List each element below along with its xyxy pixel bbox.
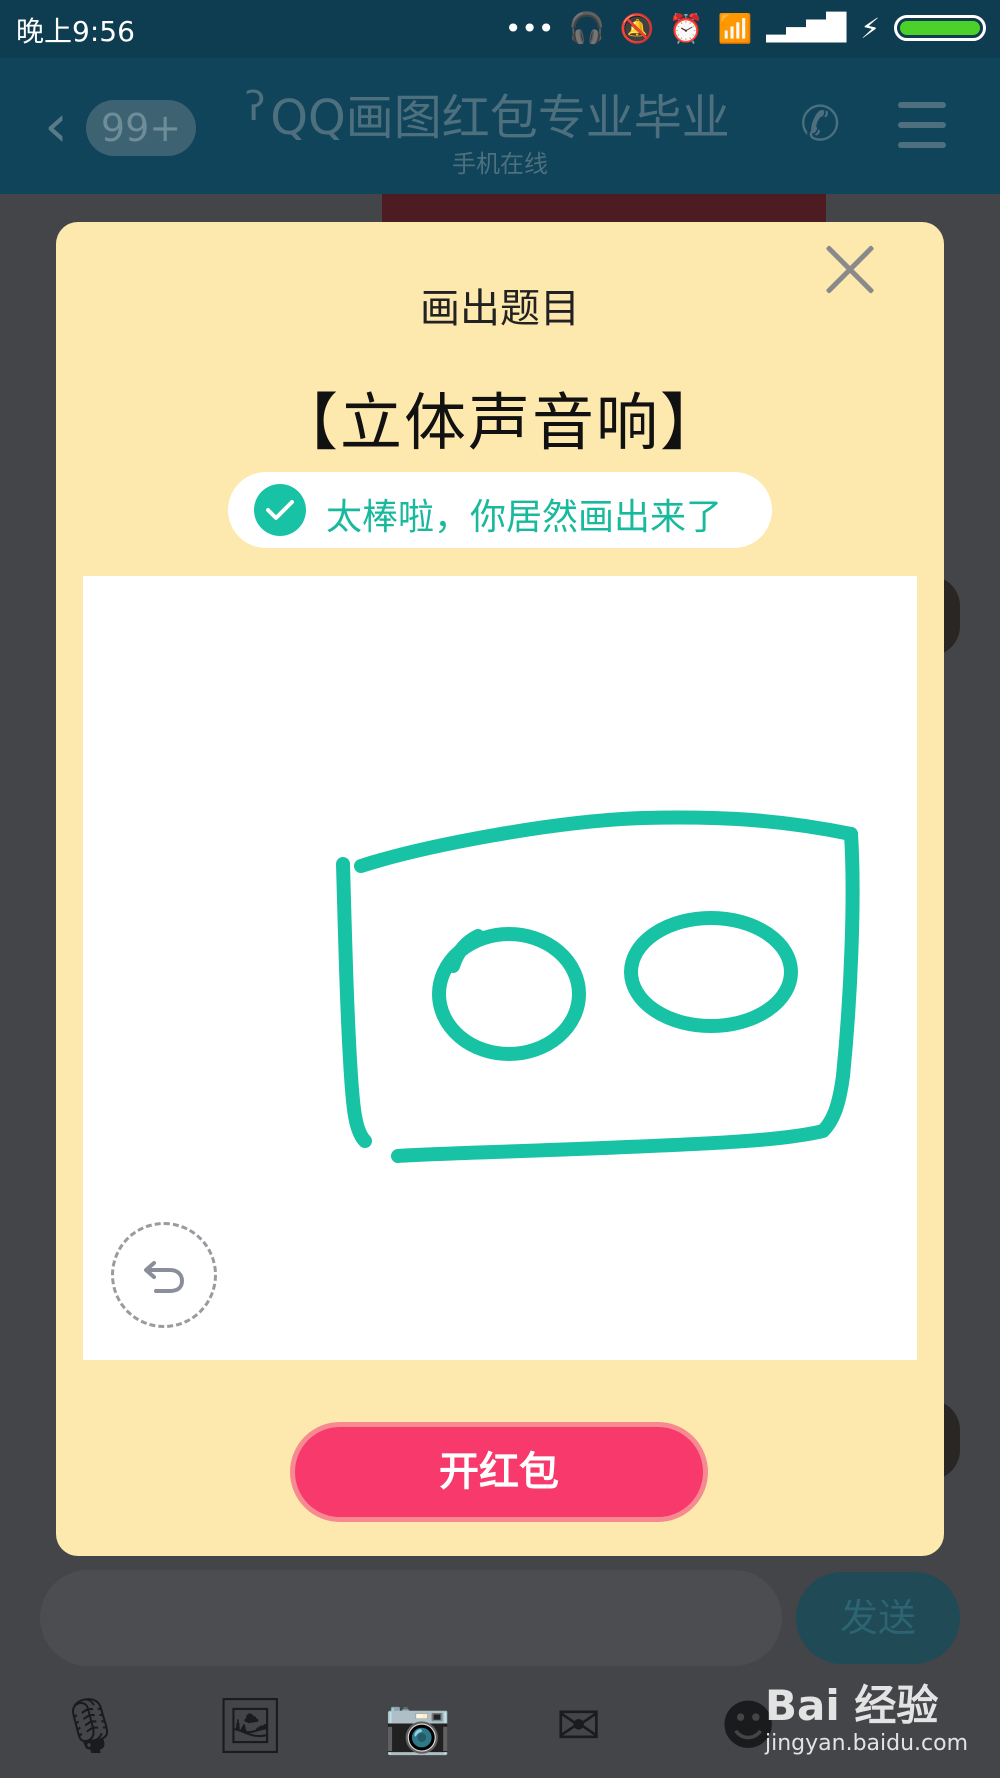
battery-icon <box>894 15 986 41</box>
microphone-icon[interactable]: 🎙 <box>56 1694 125 1758</box>
headphones-icon: 🎧 <box>568 10 606 46</box>
wifi-icon: 📶 <box>717 11 753 45</box>
camera-icon[interactable]: 📷 <box>384 1694 451 1758</box>
send-button[interactable]: 发送 <box>796 1572 960 1664</box>
open-red-packet-button[interactable]: 开红包 <box>290 1422 708 1522</box>
success-banner: 太棒啦，你居然画出来了 <box>228 472 772 548</box>
watermark-logo: Bai 经验 <box>765 1681 939 1730</box>
message-input[interactable] <box>40 1570 782 1666</box>
alarm-icon: ⏰ <box>668 11 704 45</box>
menu-icon[interactable] <box>898 102 946 162</box>
undo-icon <box>144 1261 185 1293</box>
baidu-watermark: Bai 经验 jingyan.baidu.com <box>765 1672 990 1756</box>
chat-title: QQ画图红包专业毕业 <box>270 90 730 146</box>
speaker-drawing <box>336 810 860 1163</box>
online-status: 手机在线 <box>452 150 548 178</box>
modal-heading: 画出题目 <box>420 286 580 332</box>
charging-icon: ⚡ <box>860 11 880 45</box>
watermark-url: jingyan.baidu.com <box>765 1731 969 1756</box>
drawing-canvas[interactable] <box>83 576 917 1360</box>
status-bar: 晚上9:56 ••• 🎧 🔕 ⏰ 📶 ▂▄▆█ ⚡ <box>0 0 1000 58</box>
success-message: 太棒啦，你居然画出来了 <box>326 497 723 538</box>
signal-icon: ▂▄▆█ <box>766 13 847 43</box>
status-time: 晚上9:56 <box>16 15 135 48</box>
drawing-topic: 【立体声音响】 <box>275 386 724 459</box>
undo-button[interactable] <box>111 1222 217 1328</box>
chat-header: ‹ 99+ ʔ QQ画图红包专业毕业 手机在线 ✆ <box>0 58 1000 194</box>
status-icons: ••• 🎧 🔕 ⏰ 📶 ▂▄▆█ ⚡ <box>505 8 986 48</box>
red-packet-icon[interactable]: ✉ <box>556 1694 601 1757</box>
image-icon[interactable]: 🖼 <box>216 1694 285 1758</box>
more-dots-icon: ••• <box>504 11 555 45</box>
mute-icon: 🔕 <box>619 11 655 45</box>
phone-icon[interactable]: ✆ <box>800 96 840 152</box>
check-icon <box>254 484 306 536</box>
